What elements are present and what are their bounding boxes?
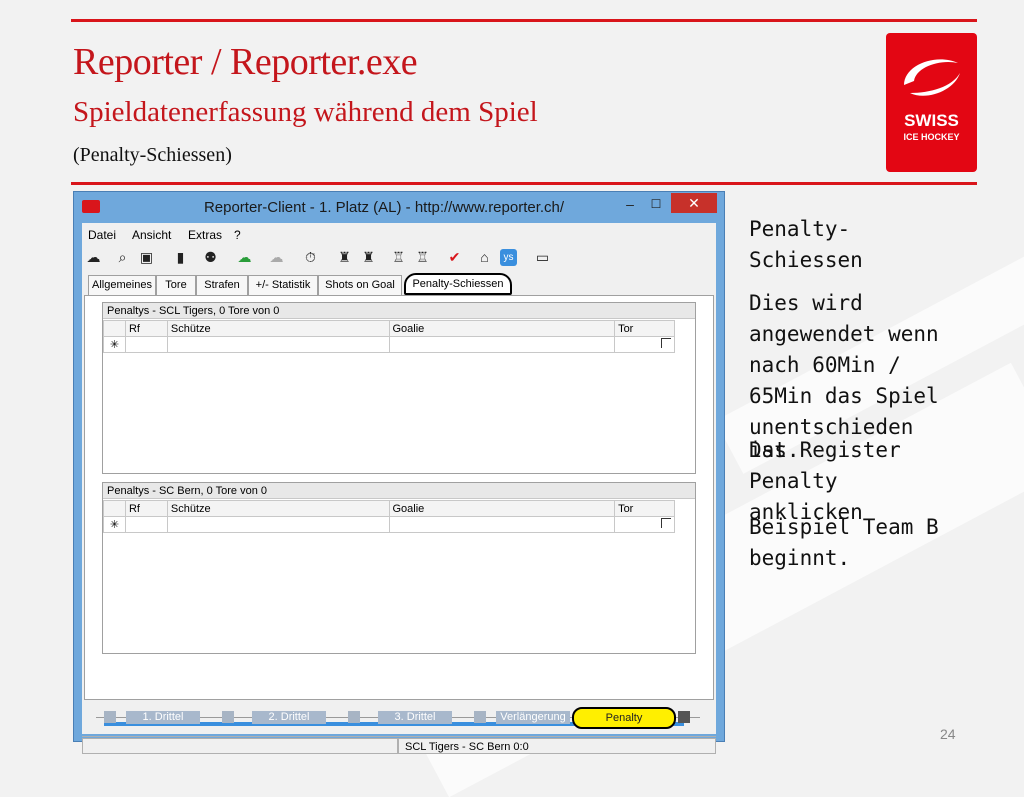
cloud-download-icon[interactable]: ☁ bbox=[85, 249, 102, 266]
ys-icon[interactable]: ys bbox=[500, 249, 517, 266]
col-schuetze: Schütze bbox=[166, 320, 390, 337]
penalty-section-away: Penaltys - SC Bern, 0 Tore von 0 Rf Schü… bbox=[102, 482, 696, 654]
new-row-marker: ✳ bbox=[103, 516, 126, 533]
team-swap-icon[interactable]: ♖ bbox=[414, 249, 431, 266]
team-icon[interactable]: ♜ bbox=[360, 249, 377, 266]
top-rule bbox=[71, 19, 977, 22]
window-titlebar[interactable]: Reporter-Client - 1. Platz (AL) - http:/… bbox=[74, 192, 724, 222]
window-client: Datei Ansicht Extras ? ☁ ⌕ ▣ ▮ ⚉ ☁ ☁ ⏱ ♜… bbox=[82, 223, 716, 754]
col-tor: Tor bbox=[614, 320, 675, 337]
tab-shots-on-goal[interactable]: Shots on Goal bbox=[318, 275, 402, 295]
stopwatch-icon[interactable]: ⏱ bbox=[302, 249, 319, 266]
col-tor: Tor bbox=[614, 500, 675, 517]
slide-title: Reporter / Reporter.exe bbox=[73, 41, 418, 83]
bottom-rule bbox=[71, 182, 977, 185]
period-bar: 1. Drittel 2. Drittel 3. Drittel Verläng… bbox=[82, 707, 716, 731]
table-row[interactable]: ✳ bbox=[103, 336, 675, 353]
tab-plus-minus[interactable]: +/- Statistik bbox=[248, 275, 318, 295]
cloud-upload-icon[interactable]: ☁ bbox=[236, 249, 253, 266]
checkmark-icon[interactable]: ✔ bbox=[446, 249, 463, 266]
search-icon[interactable]: ⌕ bbox=[114, 249, 131, 266]
puck-swoosh-icon bbox=[904, 59, 960, 96]
menu-ansicht[interactable]: Ansicht bbox=[132, 228, 171, 242]
section-caption: Penaltys - SCL Tigers, 0 Tore von 0 bbox=[103, 303, 695, 319]
reporter-window: Reporter-Client - 1. Platz (AL) - http:/… bbox=[73, 191, 725, 754]
logo-line2: ICE HOCKEY bbox=[903, 132, 960, 142]
note-heading: Penalty- Schiessen bbox=[749, 217, 863, 272]
clipboard-icon[interactable]: ▮ bbox=[172, 249, 189, 266]
team-swap-icon[interactable]: ♖ bbox=[390, 249, 407, 266]
players-icon[interactable]: ⚉ bbox=[202, 249, 219, 266]
period-1-button[interactable]: 1. Drittel bbox=[126, 711, 200, 724]
tab-strafen[interactable]: Strafen bbox=[196, 275, 248, 295]
penalty-tab-panel: Penaltys - SCL Tigers, 0 Tore von 0 Rf S… bbox=[84, 295, 714, 700]
col-goalie: Goalie bbox=[388, 320, 616, 337]
tab-allgemeines[interactable]: Allgemeines bbox=[88, 275, 156, 295]
score-status: SCL Tigers - SC Bern 0:0 bbox=[398, 738, 716, 754]
close-button[interactable]: ✕ bbox=[671, 193, 717, 213]
maximize-button[interactable]: ☐ bbox=[646, 194, 666, 214]
overtime-button[interactable]: Verlängerung bbox=[496, 711, 570, 724]
penalty-grid-away: Rf Schütze Goalie Tor ✳ bbox=[103, 500, 675, 533]
menu-datei[interactable]: Datei bbox=[88, 228, 116, 242]
minimize-button[interactable]: – bbox=[620, 194, 640, 214]
tab-tore[interactable]: Tore bbox=[156, 275, 196, 295]
period-3-button[interactable]: 3. Drittel bbox=[378, 711, 452, 724]
save-icon[interactable]: ▣ bbox=[138, 249, 155, 266]
section-caption: Penaltys - SC Bern, 0 Tore von 0 bbox=[103, 483, 695, 499]
team-icon[interactable]: ♜ bbox=[336, 249, 353, 266]
slide-subtitle: Spieldatenerfassung während dem Spiel bbox=[73, 96, 538, 128]
col-goalie: Goalie bbox=[388, 500, 616, 517]
logo-line1: SWISS bbox=[904, 111, 959, 130]
table-row[interactable]: ✳ bbox=[103, 516, 675, 533]
tor-checkbox[interactable] bbox=[661, 518, 671, 528]
tor-checkbox[interactable] bbox=[661, 338, 671, 348]
penalty-section-home: Penaltys - SCL Tigers, 0 Tore von 0 Rf S… bbox=[102, 302, 696, 474]
menu-help[interactable]: ? bbox=[234, 228, 241, 242]
slide-subtitle-2: (Penalty-Schiessen) bbox=[73, 144, 232, 166]
page-number: 24 bbox=[940, 726, 956, 742]
tab-strip: Allgemeines Tore Strafen +/- Statistik S… bbox=[82, 273, 716, 295]
toolbar: ☁ ⌕ ▣ ▮ ⚉ ☁ ☁ ⏱ ♜ ♜ ♖ ♖ ✔ ⌂ ys ▭ bbox=[82, 245, 716, 271]
tv-icon[interactable]: ▭ bbox=[534, 249, 551, 266]
period-2-button[interactable]: 2. Drittel bbox=[252, 711, 326, 724]
tab-penalty-schiessen[interactable]: Penalty-Schiessen bbox=[404, 273, 512, 295]
status-bar: SCL Tigers - SC Bern 0:0 bbox=[82, 736, 716, 755]
menu-extras[interactable]: Extras bbox=[188, 228, 222, 242]
note-example: Beispiel Team B beginnt. bbox=[749, 515, 939, 570]
window-title: Reporter-Client - 1. Platz (AL) - http:/… bbox=[203, 199, 565, 216]
swiss-ice-hockey-logo: SWISS ICE HOCKEY bbox=[886, 33, 977, 172]
col-schuetze: Schütze bbox=[166, 500, 390, 517]
col-rf: Rf bbox=[124, 320, 168, 337]
cloud-disabled-icon[interactable]: ☁ bbox=[268, 249, 285, 266]
home-icon[interactable]: ⌂ bbox=[476, 249, 493, 266]
new-row-marker: ✳ bbox=[103, 336, 126, 353]
penalty-button[interactable]: Penalty bbox=[572, 707, 676, 729]
col-rf: Rf bbox=[124, 500, 168, 517]
penalty-grid-home: Rf Schütze Goalie Tor ✳ bbox=[103, 320, 675, 353]
